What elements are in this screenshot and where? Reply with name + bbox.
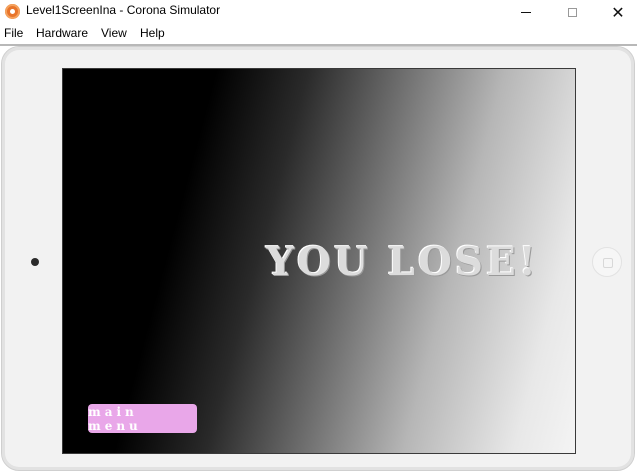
maximize-button[interactable] <box>549 0 595 24</box>
title-bar: Level1ScreenIna - Corona Simulator ✕ <box>0 0 637 24</box>
maximize-icon <box>567 7 577 17</box>
menu-bar: File Hardware View Help <box>0 24 637 44</box>
close-button[interactable]: ✕ <box>595 0 637 24</box>
menu-view[interactable]: View <box>101 26 127 40</box>
menu-help[interactable]: Help <box>140 26 165 40</box>
window-title: Level1ScreenIna - Corona Simulator <box>26 3 221 17</box>
home-button-icon[interactable] <box>592 247 622 277</box>
front-camera-icon <box>31 258 39 266</box>
minimize-button[interactable] <box>503 0 549 24</box>
menu-file[interactable]: File <box>4 26 23 40</box>
minimize-icon <box>521 11 531 13</box>
corona-app-icon[interactable] <box>5 4 20 19</box>
close-icon: ✕ <box>611 2 625 22</box>
you-lose-message: YOU LOSE! <box>266 239 539 285</box>
main-menu-button[interactable]: main menu <box>88 404 197 433</box>
game-screen[interactable]: YOU LOSE! main menu <box>62 68 576 454</box>
menu-hardware[interactable]: Hardware <box>36 26 88 40</box>
